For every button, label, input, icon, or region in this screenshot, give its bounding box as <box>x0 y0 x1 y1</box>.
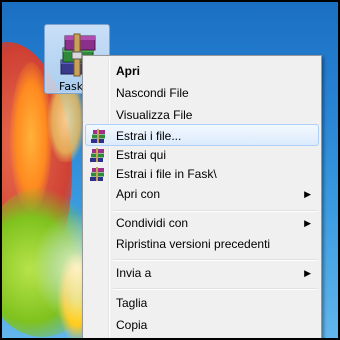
menu-item-share-with[interactable]: Condividi con ▶ <box>85 212 319 234</box>
menu-item-open-with[interactable]: Apri con ▶ <box>85 183 319 205</box>
menu-item-label: Condividi con <box>116 216 189 230</box>
menu-item-restore-previous-versions[interactable]: Ripristina versioni precedenti <box>85 233 319 255</box>
submenu-arrow-icon: ▶ <box>304 268 311 278</box>
menu-separator <box>113 288 317 290</box>
menu-item-label: Copia <box>116 318 148 332</box>
wallpaper-glow <box>48 92 84 162</box>
menu-item-send-to[interactable]: Invia a ▶ <box>85 262 319 284</box>
menu-item-extract-to-folder[interactable]: Estrai i file in Fask\ <box>85 163 319 185</box>
menu-item-label: Apri <box>116 64 140 78</box>
menu-item-show-file[interactable]: Visualizza File <box>85 104 319 126</box>
menu-item-label: Taglia <box>116 296 148 310</box>
menu-item-cut[interactable]: Taglia <box>85 292 319 314</box>
menu-item-open[interactable]: Apri <box>85 60 319 82</box>
submenu-arrow-icon: ▶ <box>304 189 311 199</box>
winrar-icon <box>90 167 104 181</box>
menu-item-copy[interactable]: Copia <box>85 314 319 336</box>
menu-item-extract-files[interactable]: Estrai i file... <box>85 124 319 146</box>
context-menu: Apri Nascondi File Visualizza File Estra… <box>82 55 322 338</box>
winrar-icon <box>90 148 104 162</box>
menu-item-label: Estrai i file in Fask\ <box>116 167 217 181</box>
menu-separator <box>113 259 317 261</box>
menu-item-label: Apri con <box>116 187 161 201</box>
menu-item-label: Invia a <box>116 266 152 280</box>
winrar-icon <box>91 129 105 143</box>
submenu-arrow-icon: ▶ <box>304 218 311 228</box>
menu-item-label: Ripristina versioni precedenti <box>116 237 271 251</box>
menu-item-label: Visualizza File <box>116 108 193 122</box>
menu-item-hide-file[interactable]: Nascondi File <box>85 82 319 104</box>
desktop-background: Fask\ Apri Nascondi File Visualizza File… <box>0 0 340 340</box>
menu-item-label: Nascondi File <box>116 86 189 100</box>
